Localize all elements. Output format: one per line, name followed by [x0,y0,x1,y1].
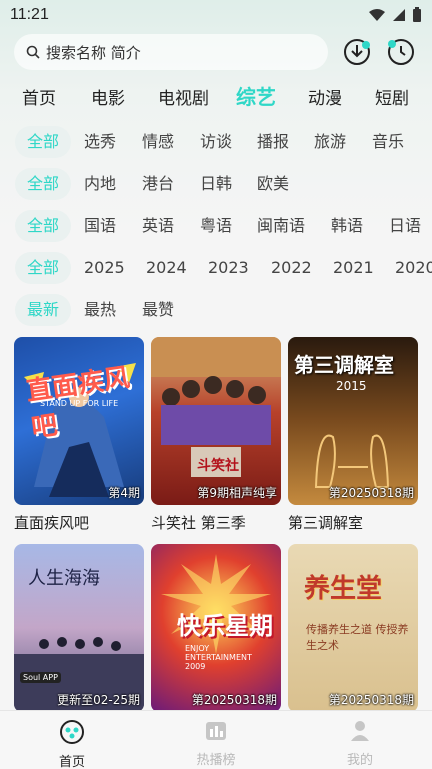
wifi-icon [369,9,385,21]
filter-sort-item[interactable]: 最热 [84,294,116,326]
show-title: 斗笑社 第三季 [151,514,246,532]
category-tabs: 首页 电影 电视剧 综艺 动漫 短剧 [0,80,432,112]
poster-image: 人生海海 Soul APP 更新至02-25期 [14,544,144,712]
filter-language-row: 全部 国语 英语 粤语 闽南语 韩语 日语 [0,210,432,244]
status-time: 11:21 [10,6,49,23]
filter-language-item[interactable]: 闽南语 [257,210,305,242]
poster-image: 斗笑社 第9期相声纯享 [151,337,281,505]
poster-title-text: 人生海海 [28,568,100,589]
filter-region-row: 全部 内地 港台 日韩 欧美 [0,168,432,202]
filter-region-item[interactable]: 日韩 [200,168,232,200]
search-icon [26,45,40,59]
tab-tv[interactable]: 电视剧 [158,84,209,109]
show-card[interactable]: 直面疾风吧 STAND UP FOR LIFE 第4期 直面疾风吧 [14,337,144,533]
filter-language-item[interactable]: 粤语 [200,210,232,242]
filter-genre-row: 全部 选秀 情感 访谈 播报 旅游 音乐 [0,126,432,160]
nav-hot-list-label: 热播榜 [196,753,236,768]
nav-hot-list[interactable]: 热播榜 [176,719,256,768]
poster-title-text: 斗笑社 [197,458,239,474]
history-icon[interactable] [386,37,416,67]
poster-subtitle-text: 传播养生之道 传授养生之术 [306,623,409,652]
filter-genre-item[interactable]: 选秀 [84,126,116,158]
search-row: 搜索名称 简介 [14,34,424,72]
tab-movie[interactable]: 电影 [91,84,125,109]
episode-label: 第20250318期 [328,693,414,707]
filter-genre-item[interactable]: 情感 [142,126,174,158]
filter-year-row: 全部 2025 2024 2023 2022 2021 2020 [0,252,432,286]
poster-image: 第三调解室 2015 第20250318期 [288,337,418,505]
filter-language-item[interactable]: 日语 [389,210,421,242]
filter-language-item[interactable]: 韩语 [331,210,363,242]
filter-genre-item[interactable]: 旅游 [314,126,346,158]
poster-subtitle-text: ENJOY ENTERTAINMENT 2009 [185,644,252,671]
filter-sort-latest[interactable]: 最新 [15,294,71,326]
download-icon[interactable] [342,37,372,67]
filter-year-item[interactable]: 2025 [84,252,125,284]
filter-region-all[interactable]: 全部 [15,168,71,200]
home-icon [60,720,84,744]
episode-label: 第9期相声纯享 [197,486,277,500]
tab-home[interactable]: 首页 [22,84,56,109]
filter-language-all[interactable]: 全部 [15,210,71,242]
signal-icon [393,9,405,21]
show-title: 直面疾风吧 [14,514,90,532]
filter-region-item[interactable]: 欧美 [257,168,289,200]
show-card[interactable]: 第三调解室 2015 第20250318期 第三调解室 [288,337,418,533]
status-icons [368,7,422,23]
nav-profile-label: 我的 [346,753,373,768]
filter-genre-item[interactable]: 访谈 [200,126,232,158]
chart-icon [206,722,226,740]
status-bar: 11:21 [0,0,432,30]
poster-image: 直面疾风吧 STAND UP FOR LIFE 第4期 [14,337,144,505]
filter-region-item[interactable]: 港台 [142,168,174,200]
filter-language-item[interactable]: 国语 [84,210,116,242]
search-placeholder: 搜索名称 简介 [46,43,141,62]
filter-sort-row: 最新 最热 最赞 [0,294,432,328]
poster-subtitle-text: 2015 [336,379,367,393]
tab-anime[interactable]: 动漫 [308,84,342,109]
show-card[interactable]: 养生堂 传播养生之道 传授养生之术 第20250318期 [288,544,418,719]
episode-label: 第20250318期 [328,486,414,500]
poster-subtitle-text: Soul APP [20,672,61,683]
filter-year-item[interactable]: 2023 [208,252,249,284]
poster-art [151,337,281,477]
filter-sort-item[interactable]: 最赞 [142,294,174,326]
poster-image: 养生堂 传播养生之道 传授养生之术 第20250318期 [288,544,418,712]
episode-label: 更新至02-25期 [57,693,140,707]
battery-icon [413,7,421,22]
filter-year-all[interactable]: 全部 [15,252,71,284]
show-title: 第三调解室 [288,514,364,532]
filter-language-item[interactable]: 英语 [142,210,174,242]
filter-genre-item[interactable]: 播报 [257,126,289,158]
filter-year-item[interactable]: 2021 [333,252,374,284]
filter-genre-item[interactable]: 音乐 [372,126,404,158]
poster-subtitle-text: STAND UP FOR LIFE [40,399,119,408]
episode-label: 第4期 [108,486,140,500]
filter-genre-all[interactable]: 全部 [15,126,71,158]
tab-variety[interactable]: 综艺 [236,81,276,110]
show-card[interactable]: 人生海海 Soul APP 更新至02-25期 [14,544,144,719]
user-icon [351,721,369,741]
tab-short-drama[interactable]: 短剧 [375,84,409,109]
show-card[interactable]: 斗笑社 第9期相声纯享 斗笑社 第三季 [151,337,281,533]
show-card[interactable]: 快乐星期 ENJOY ENTERTAINMENT 2009 第20250318期 [151,544,281,719]
poster-title-text: 快乐星期 [177,612,273,640]
poster-title-text: 养生堂 [304,574,383,604]
nav-home[interactable]: 首页 [32,719,112,769]
bottom-nav: 首页 热播榜 我的 [0,710,432,769]
poster-title-text: 第三调解室 [294,353,394,377]
nav-profile[interactable]: 我的 [320,719,400,768]
filter-year-item[interactable]: 2020 [395,252,432,284]
filter-year-item[interactable]: 2022 [271,252,312,284]
nav-home-label: 首页 [58,755,85,769]
filter-region-item[interactable]: 内地 [84,168,116,200]
poster-image: 快乐星期 ENJOY ENTERTAINMENT 2009 第20250318期 [151,544,281,712]
filter-year-item[interactable]: 2024 [146,252,187,284]
episode-label: 第20250318期 [191,693,277,707]
search-input[interactable]: 搜索名称 简介 [14,34,328,70]
